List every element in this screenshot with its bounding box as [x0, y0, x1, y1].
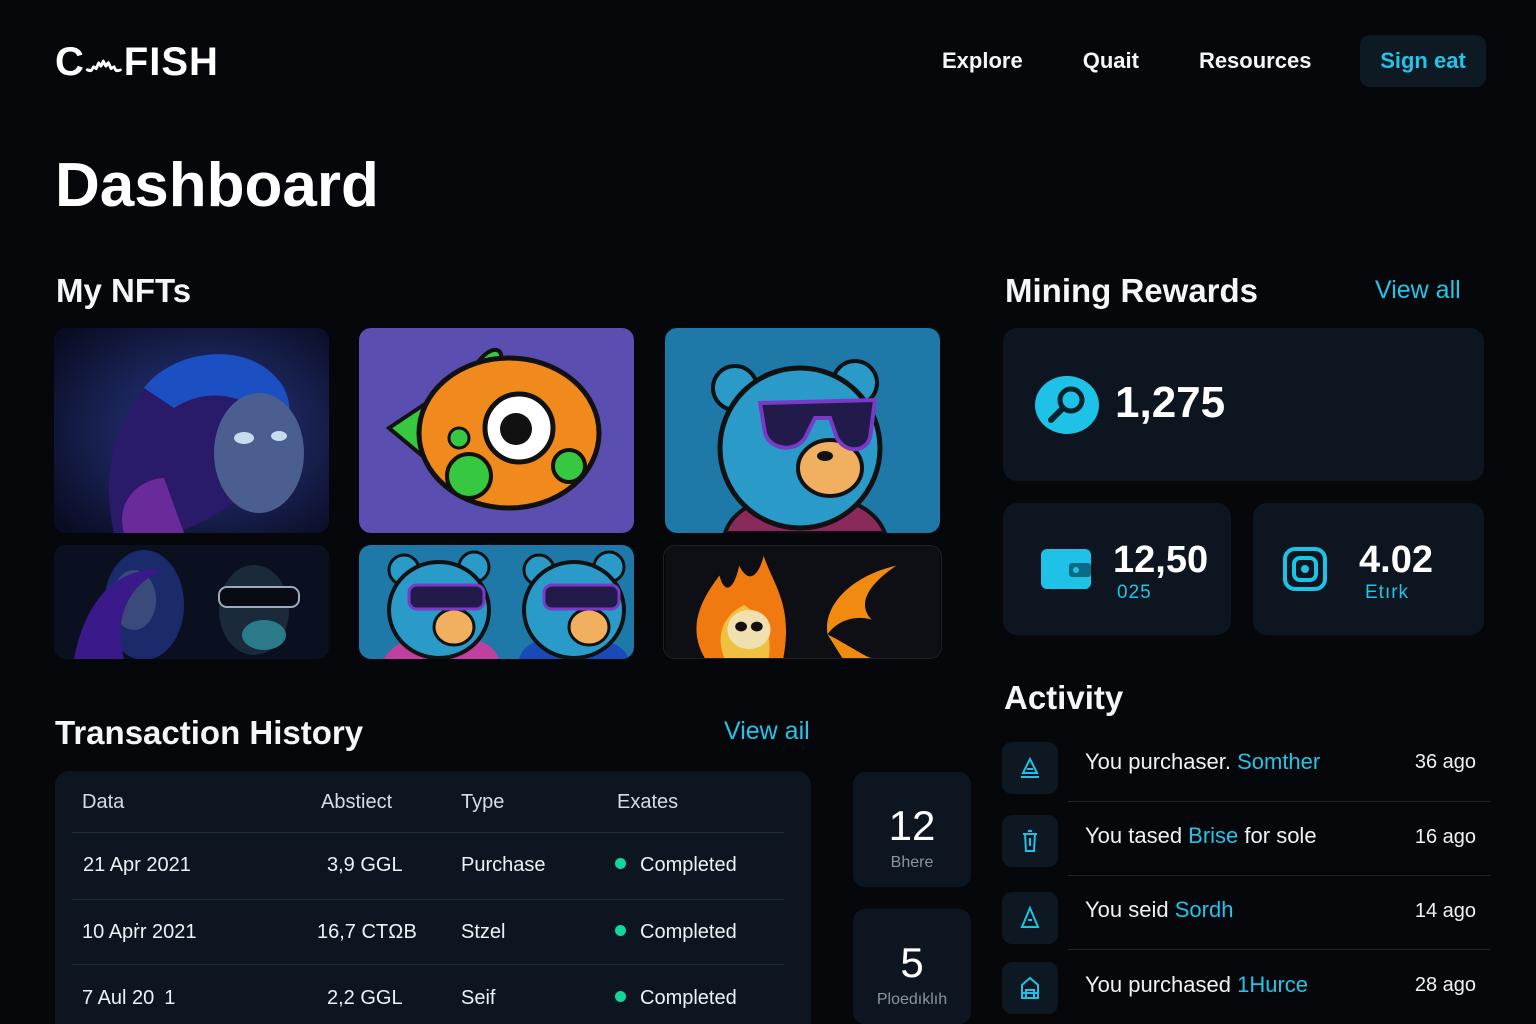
transactions-table: Data Abstiect Type Exates 21 Apr 2021 3,… — [55, 771, 811, 1024]
chip-icon — [1281, 545, 1329, 598]
nft-card-bear-duo[interactable] — [359, 545, 634, 659]
tx-status: Completed — [615, 921, 737, 944]
brand-logo[interactable]: C෴FISH — [55, 40, 219, 85]
tx-type: Purchase — [461, 854, 546, 876]
activity-text: You purchased — [1085, 972, 1238, 997]
page-title: Dashboard — [55, 151, 379, 220]
mini-stat-label-2: Ploedıklıh — [876, 991, 948, 1008]
tx-status: Completed — [615, 987, 737, 1010]
activity-text: You seid — [1085, 897, 1175, 922]
tx-date: 21 Apr 2021 — [83, 854, 191, 876]
wallet-icon — [1039, 545, 1093, 598]
nav-quait[interactable]: Quait — [1083, 48, 1139, 74]
mini-stat-value-1: 12 — [888, 802, 936, 849]
activity-time: 36 ago — [1414, 751, 1476, 773]
activity-section-title: Activity — [1004, 679, 1124, 716]
nav-resources[interactable]: Resources — [1199, 48, 1312, 74]
tx-date: 7 Aul 20 1 — [82, 987, 176, 1009]
mini-stat-label-1: Bhere — [890, 854, 934, 871]
column-header-type[interactable]: Type — [461, 791, 504, 814]
mining-stat-value-2: 4.02 — [1359, 539, 1433, 581]
nav-explore[interactable]: Explore — [942, 48, 1023, 74]
activity-item-1[interactable]: You purchaser. Somther — [1085, 749, 1320, 775]
transactions-section-title: Transaction History — [55, 714, 364, 751]
table-divider — [72, 964, 784, 965]
sign-in-button[interactable]: Sign eat — [1360, 35, 1486, 87]
tx-status-label: Completed — [640, 987, 737, 1009]
mining-section-title: Mining Rewards — [1005, 272, 1259, 309]
main-nav: Explore Quait Resources — [942, 48, 1371, 74]
status-dot-icon — [615, 858, 626, 870]
activity-item-3[interactable]: You seid Sordh — [1085, 897, 1233, 923]
nft-card-fire-skull[interactable] — [663, 545, 942, 659]
activity-divider — [1068, 801, 1490, 802]
tx-date: 10 Apṙr 2021 — [82, 921, 197, 943]
mining-main-card: 1,275 — [1003, 328, 1484, 481]
activity-item-4[interactable]: You purchased 1Hurce — [1085, 972, 1308, 998]
column-header-status[interactable]: Exates — [617, 791, 678, 814]
mining-stat-sub-2: Etırk — [1365, 582, 1410, 603]
tx-amount: 3,9 GGL — [327, 854, 403, 876]
tx-amount: 16,7 CTΩB — [317, 921, 417, 943]
status-dot-icon — [615, 925, 626, 937]
nft-card-cool-bear[interactable] — [665, 328, 940, 533]
status-dot-icon — [615, 991, 626, 1003]
activity-link[interactable]: Sordh — [1175, 897, 1234, 922]
nft-image — [359, 328, 634, 533]
nft-card-orange-fish[interactable] — [359, 328, 634, 533]
activity-link[interactable]: Brise — [1188, 823, 1238, 848]
nft-image — [665, 546, 940, 658]
ship-icon — [1002, 742, 1058, 794]
nft-image — [665, 328, 940, 533]
nft-card-woman-duo[interactable] — [54, 545, 329, 659]
nft-image — [359, 545, 634, 659]
mining-reward-icon — [1035, 376, 1099, 434]
mini-stat-card-2: 5 Ploedıklıh — [853, 909, 971, 1024]
nft-card-fantasy-woman[interactable] — [54, 328, 329, 533]
tx-status: Completed — [615, 854, 737, 877]
column-header-data[interactable]: Data — [82, 791, 124, 814]
mining-stat-sub-1: 025 — [1117, 582, 1152, 603]
nfts-section-title: My NFTs — [56, 272, 192, 309]
mini-stat-value-2: 5 — [900, 939, 924, 986]
activity-time: 28 ago — [1414, 974, 1476, 996]
activity-link[interactable]: Somther — [1237, 749, 1320, 774]
activity-text: You purchaser. — [1085, 749, 1238, 774]
tx-type: Stzel — [461, 921, 506, 943]
flask-icon — [1002, 892, 1058, 944]
mining-stat-card-2: 4.02 Etırk — [1253, 503, 1484, 635]
mini-stat-card-1: 12 Bhere — [853, 772, 971, 887]
nft-image — [54, 545, 329, 659]
mining-view-all-link[interactable]: View all — [1375, 276, 1461, 305]
nft-image — [54, 328, 329, 533]
building-icon — [1002, 962, 1058, 1014]
table-divider — [72, 899, 784, 900]
column-header-amount[interactable]: Abstiect — [321, 791, 392, 814]
activity-time: 14 ago — [1414, 900, 1476, 922]
trash-icon — [1002, 815, 1058, 867]
activity-link[interactable]: 1Hurce — [1237, 972, 1308, 997]
tx-amount: 2,2 GGL — [327, 987, 403, 1009]
tx-type: Seif — [461, 987, 496, 1009]
activity-divider — [1068, 949, 1490, 950]
activity-divider — [1068, 875, 1490, 876]
table-divider — [72, 832, 784, 833]
tx-status-label: Completed — [640, 854, 737, 876]
transactions-view-all-link[interactable]: View ail — [724, 717, 810, 746]
tx-status-label: Completed — [640, 921, 737, 943]
activity-time: 16 ago — [1414, 826, 1476, 848]
mining-main-value: 1,275 — [1115, 378, 1226, 427]
activity-text-suffix: for sole — [1238, 823, 1317, 848]
mining-stat-value-1: 12,50 — [1113, 539, 1209, 581]
mining-stat-card-1: 12,50 025 — [1003, 503, 1231, 635]
activity-text: You tased — [1085, 823, 1189, 848]
activity-item-2[interactable]: You tased Brise for sole — [1085, 823, 1317, 849]
